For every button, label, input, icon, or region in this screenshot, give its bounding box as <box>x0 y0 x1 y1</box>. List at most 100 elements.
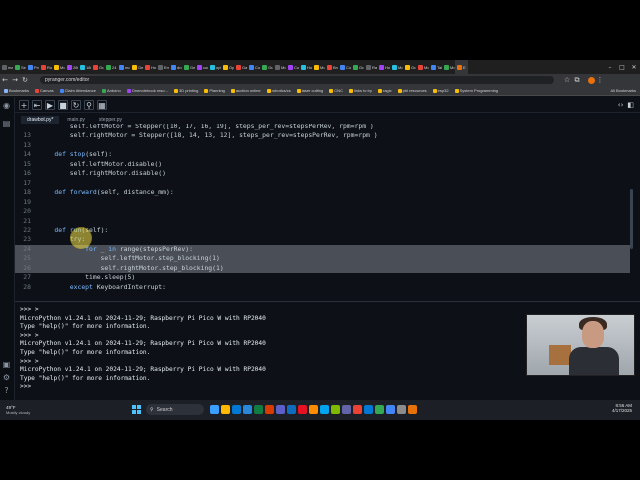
code-line[interactable]: 13 <box>15 141 630 150</box>
code-line[interactable]: 23 try: <box>15 235 630 244</box>
file-tab[interactable]: stepper.py <box>93 116 128 124</box>
browser-tab[interactable]: con <box>195 60 208 74</box>
browser-tab[interactable]: Gra <box>91 60 104 74</box>
maximize-icon[interactable]: □ <box>616 64 628 71</box>
taskbar-app-icon[interactable] <box>309 405 318 414</box>
editor-scroll-thumb[interactable] <box>630 189 633 249</box>
browser-tab[interactable]: Co <box>286 60 299 74</box>
code-line[interactable]: 14 def stop(self): <box>15 150 630 159</box>
browser-tab[interactable]: Mo <box>416 60 429 74</box>
taskbar-app-icon[interactable] <box>375 405 384 414</box>
back-icon[interactable]: ← <box>0 76 10 84</box>
browser-tab[interactable]: Mo <box>273 60 286 74</box>
browser-tab[interactable]: Ga <box>234 60 247 74</box>
connect-icon[interactable]: ⚲ <box>84 99 94 110</box>
reset-icon[interactable]: ↻ <box>71 99 81 110</box>
bookmark-star-icon[interactable]: ☆ <box>562 76 572 84</box>
minimize-icon[interactable]: – <box>604 64 616 71</box>
new-file-icon[interactable]: + <box>19 99 29 110</box>
browser-tab[interactable]: Co <box>338 60 351 74</box>
browser-tab[interactable]: Ho <box>299 60 312 74</box>
taskbar-app-icon[interactable] <box>298 405 307 414</box>
run-icon[interactable]: ▶ <box>45 99 55 110</box>
browser-tab[interactable]: Ho <box>143 60 156 74</box>
editor-scrollbar[interactable] <box>630 124 634 300</box>
browser-tab[interactable]: opt <box>208 60 221 74</box>
console-icon[interactable]: ▣ <box>2 360 11 369</box>
browser-tab[interactable]: Mo <box>442 60 455 74</box>
taskbar-app-icon[interactable] <box>342 405 351 414</box>
taskbar-app-icon[interactable] <box>331 405 340 414</box>
taskbar-app-icon[interactable] <box>210 405 219 414</box>
code-line[interactable]: 27 time.sleep(5) <box>15 273 630 282</box>
bookmark-item[interactable]: 3D printing <box>173 88 198 93</box>
reload-icon[interactable]: ↻ <box>20 76 30 84</box>
help-icon[interactable]: ? <box>2 386 11 395</box>
bookmark-item[interactable]: links to try <box>348 88 372 93</box>
logo-icon[interactable]: ◉ <box>2 101 11 110</box>
bookmark-item[interactable]: auction online <box>230 88 261 93</box>
bookmark-item[interactable]: CNC <box>329 88 343 93</box>
code-line[interactable]: 13 self.rightMotor = Stepper([18, 14, 13… <box>15 131 630 140</box>
taskbar-app-icon[interactable] <box>265 405 274 414</box>
browser-tab[interactable]: Gra <box>403 60 416 74</box>
taskbar-app-icon[interactable] <box>386 405 395 414</box>
taskbar-app-icon[interactable] <box>397 405 406 414</box>
browser-menu-icon[interactable]: ⋮ <box>595 76 605 84</box>
file-tab[interactable]: drawbot.py* <box>21 116 60 124</box>
code-editor[interactable]: self.leftMotor = Stepper([10, 17, 16, 19… <box>15 124 630 300</box>
taskbar-app-icon[interactable] <box>320 405 329 414</box>
taskbar-app-icon[interactable] <box>364 405 373 414</box>
browser-tab[interactable]: Ge <box>130 60 143 74</box>
browser-tab[interactable]: Mo <box>52 60 65 74</box>
browser-tab[interactable]: 24 <box>104 60 117 74</box>
code-line[interactable]: 20 <box>15 207 630 216</box>
bookmark-item[interactable]: laser cutting <box>296 88 323 93</box>
bookmark-item[interactable]: Claim Attendance <box>59 88 96 93</box>
code-line[interactable]: self.leftMotor = Stepper([10, 17, 16, 19… <box>15 124 630 131</box>
bookmark-item[interactable]: pbl resources <box>397 88 427 93</box>
system-tray-clock[interactable]: 8:56 AM 4/17/2025 <box>612 403 632 413</box>
code-line[interactable]: 15 self.leftMotor.disable() <box>15 160 630 169</box>
taskbar-app-icon[interactable] <box>287 405 296 414</box>
browser-tab[interactable]: Pro <box>26 60 39 74</box>
taskbar-app-icon[interactable] <box>408 405 417 414</box>
browser-tab[interactable]: Mo <box>312 60 325 74</box>
browser-tab[interactable]: Op <box>221 60 234 74</box>
url-input[interactable]: pyranger.com/editor <box>40 76 554 84</box>
extensions-icon[interactable]: ⧉ <box>572 76 582 85</box>
close-icon[interactable]: ✕ <box>628 64 640 71</box>
bookmark-item[interactable]: robotics/cs <box>266 88 291 93</box>
bookmark-item[interactable]: esp32 <box>432 88 449 93</box>
browser-tab[interactable]: Em <box>156 60 169 74</box>
file-tab[interactable]: main.py <box>61 116 91 124</box>
code-view-icon[interactable]: ‹› <box>618 101 624 109</box>
bookmark-item[interactable]: ragic <box>377 88 392 93</box>
settings-icon[interactable]: ⚙ <box>2 373 11 382</box>
editor-shell-divider[interactable] <box>15 301 640 302</box>
open-file-icon[interactable]: ⇤ <box>32 99 42 110</box>
browser-tab[interactable]: Rai <box>364 60 377 74</box>
browser-tab[interactable]: 280 <box>65 60 78 74</box>
code-line[interactable]: 17 <box>15 179 630 188</box>
browser-tab[interactable]: Bro <box>325 60 338 74</box>
taskbar-app-icon[interactable] <box>276 405 285 414</box>
weather-widget[interactable]: 49°F Mostly cloudy <box>0 405 86 415</box>
code-line[interactable]: 24 for _ in range(stepsPerRev): <box>15 244 630 255</box>
taskbar-app-icon[interactable] <box>221 405 230 414</box>
taskbar-app-icon[interactable] <box>232 405 241 414</box>
browser-tab[interactable]: Ho <box>377 60 390 74</box>
browser-tab[interactable]: 180 <box>78 60 91 74</box>
bookmark-item[interactable]: Canvas <box>35 88 54 93</box>
browser-tab[interactable]: Gra <box>351 60 364 74</box>
code-line[interactable]: 22 def run(self): <box>15 226 630 235</box>
bookmark-item[interactable]: Arduino <box>101 88 121 93</box>
taskbar-app-icon[interactable] <box>243 405 252 414</box>
code-line[interactable]: 19 <box>15 198 630 207</box>
all-bookmarks-link[interactable]: All Bookmarks <box>610 88 640 93</box>
forward-icon[interactable]: → <box>10 76 20 84</box>
bookmark-item[interactable]: Bookmarks <box>4 88 29 93</box>
bookmark-item[interactable]: System Programming <box>454 88 498 93</box>
files-panel-icon[interactable]: ▤ <box>2 119 11 128</box>
code-line[interactable]: 18 def forward(self, distance_mm): <box>15 188 630 197</box>
